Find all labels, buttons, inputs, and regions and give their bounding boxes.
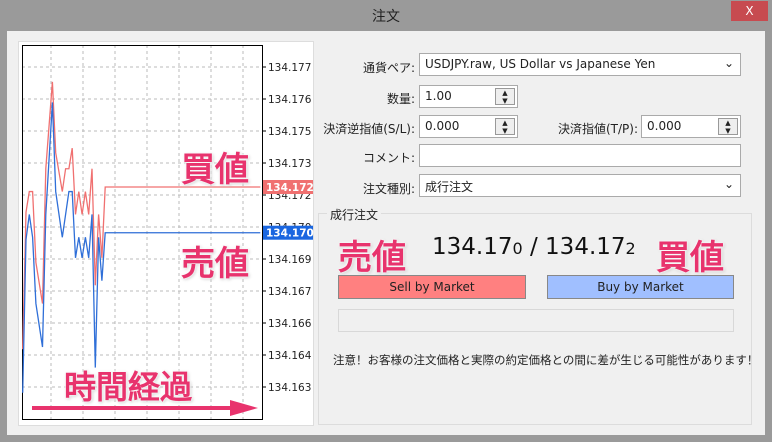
ask-annotation-2: 買値	[656, 238, 724, 278]
ask-price-line	[22, 81, 261, 350]
order-type-label: 注文種別:	[362, 182, 415, 196]
comment-input[interactable]	[419, 144, 741, 167]
slippage-warning: 注意！お客様の注文価格と実際の約定価格との間に差が生じる可能性があります！	[333, 353, 759, 367]
status-bar	[338, 309, 734, 332]
symbol-value: USDJPY.raw, US Dollar vs Japanese Yen	[425, 57, 656, 71]
ask-price: 134.17	[545, 234, 626, 260]
bid-price-marker-label: 134.170	[266, 228, 314, 240]
price-quote: 134.170 / 134.172	[432, 234, 636, 260]
sl-label: 決済逆指値(S/L):	[323, 122, 415, 136]
market-group-label: 成行注文	[327, 206, 382, 223]
tp-value: 0.000	[647, 119, 682, 133]
ask-annotation: 買値	[181, 150, 249, 190]
window-title: 注文	[372, 9, 400, 25]
y-tick-label: 134.164	[268, 350, 312, 362]
y-tick-label: 134.163	[268, 382, 311, 394]
comment-label: コメント:	[362, 151, 415, 165]
order-type-select[interactable]: 成行注文 ⌄	[419, 174, 741, 197]
buy-by-market-button[interactable]: Buy by Market	[547, 275, 734, 299]
bid-price: 134.17	[432, 234, 513, 260]
sl-value: 0.000	[425, 119, 460, 133]
ask-price-last-digit: 2	[625, 239, 636, 258]
tp-stepper[interactable]: 0.000 ▲ ▼	[641, 115, 741, 138]
close-button[interactable]: X	[731, 1, 768, 21]
chevron-down-icon: ⌄	[723, 56, 734, 70]
bid-annotation: 売値	[181, 244, 249, 284]
time-arrow-icon	[32, 400, 258, 416]
sell-by-market-button[interactable]: Sell by Market	[338, 275, 526, 299]
bid-annotation-2: 売値	[338, 238, 406, 278]
chevron-down-icon: ⌄	[723, 177, 734, 191]
sl-stepper[interactable]: 0.000 ▲ ▼	[419, 115, 518, 138]
y-tick-label: 134.166	[268, 318, 312, 330]
volume-value: 1.00	[425, 89, 452, 103]
volume-stepper[interactable]: 1.00 ▲ ▼	[419, 85, 518, 108]
symbol-select[interactable]: USDJPY.raw, US Dollar vs Japanese Yen ⌄	[419, 53, 741, 76]
tp-label: 決済指値(T/P):	[557, 122, 638, 136]
bid-price-last-digit: 0	[512, 239, 523, 258]
y-tick-label: 134.169	[268, 254, 311, 266]
symbol-label: 通貨ペア:	[362, 61, 415, 75]
spin-arrows-icon[interactable]: ▲ ▼	[495, 88, 515, 105]
price-separator: /	[522, 234, 546, 260]
spin-arrows-icon[interactable]: ▲ ▼	[495, 118, 515, 135]
order-type-value: 成行注文	[425, 180, 474, 194]
volume-label: 数量:	[386, 92, 415, 106]
y-tick-label: 134.167	[268, 286, 311, 298]
spin-arrows-icon[interactable]: ▲ ▼	[718, 118, 738, 135]
